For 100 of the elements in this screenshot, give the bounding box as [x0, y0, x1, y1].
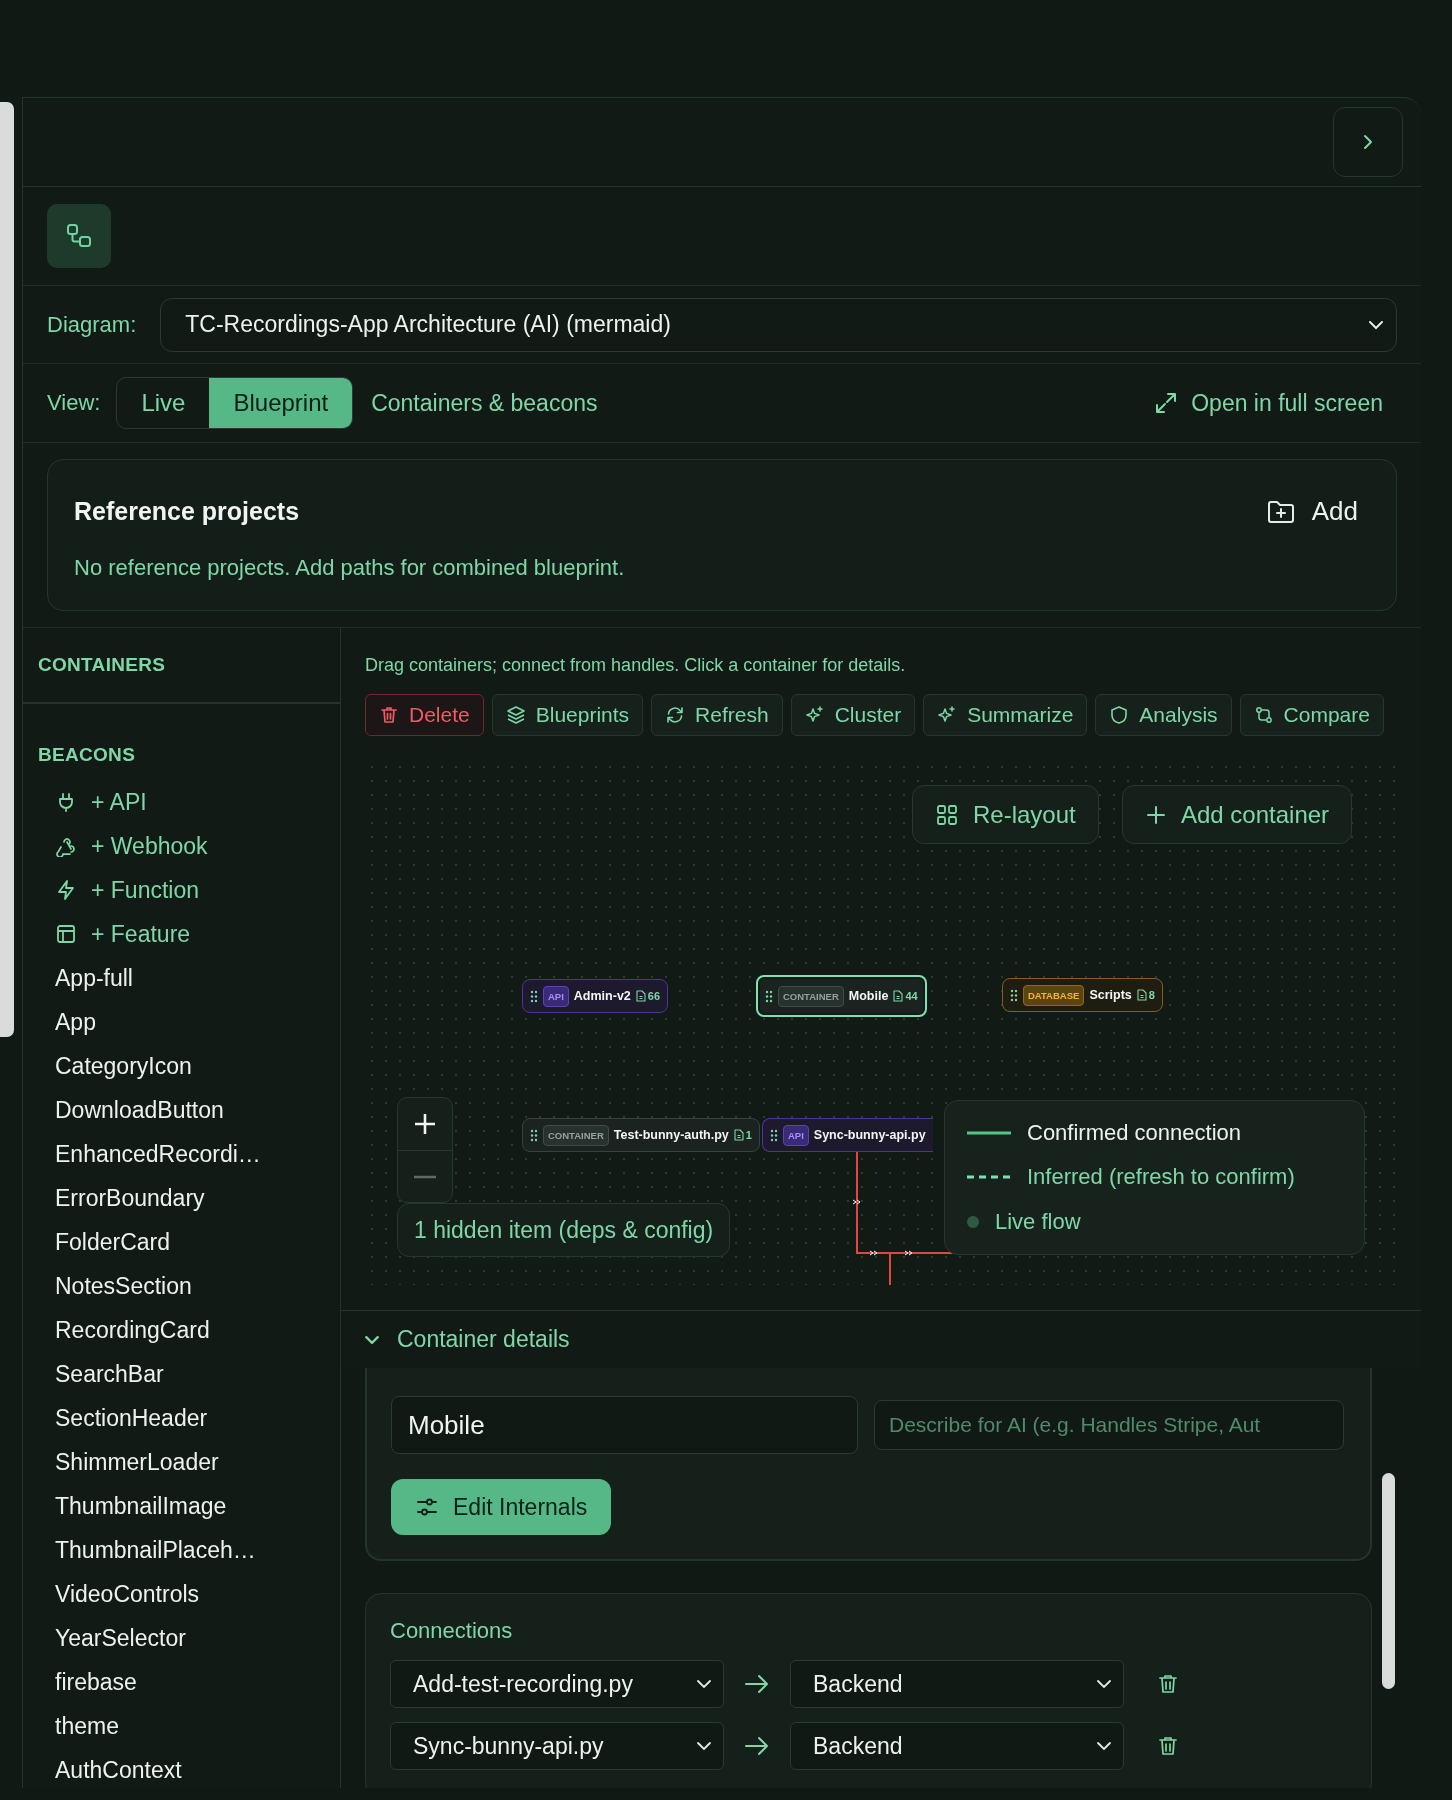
- plus-icon: [413, 1112, 437, 1136]
- sidebar-item[interactable]: ThumbnailPlaceh…: [55, 1528, 340, 1572]
- sidebar-item[interactable]: CategoryIcon: [55, 1044, 340, 1088]
- section-title: Reference projects: [74, 497, 300, 526]
- diagram-label: Diagram:: [47, 311, 137, 338]
- arrow-right-icon: [744, 1673, 770, 1695]
- compare-icon: [1253, 705, 1274, 725]
- sidebar-item[interactable]: theme: [55, 1704, 340, 1748]
- name-field[interactable]: Mobile: [391, 1396, 858, 1454]
- diagram-select[interactable]: TC-Recordings-App Architecture (AI) (mermaid): [160, 297, 1397, 352]
- view-tab[interactable]: Live: [117, 378, 210, 428]
- toolbar-button[interactable]: Cluster: [790, 694, 916, 736]
- section-title: Connections: [390, 1618, 514, 1644]
- file-icon: [733, 1129, 744, 1141]
- toolbar-button[interactable]: Analysis: [1095, 694, 1232, 736]
- node-name: Admin-v2: [573, 989, 631, 1003]
- sidebar-item[interactable]: AuthContext: [55, 1748, 340, 1788]
- toolbar-button[interactable]: Refresh: [651, 694, 783, 736]
- sidebar-item[interactable]: + Function: [55, 868, 340, 912]
- view-label: View:: [47, 390, 101, 416]
- sidebar-item[interactable]: YearSelector: [55, 1616, 340, 1660]
- sidebar-item[interactable]: App-full: [55, 956, 340, 1000]
- view-tab[interactable]: Blueprint: [209, 378, 353, 428]
- edit-internals-button[interactable]: Edit Internals: [391, 1479, 612, 1535]
- target-select[interactable]: Backend: [790, 1660, 1124, 1708]
- diagram-node[interactable]: CONTAINER Test-bunny-auth.py 1: [522, 1118, 760, 1152]
- diagram-tile[interactable]: [47, 204, 111, 268]
- diagram-node[interactable]: API Sync-bunny-api.py: [761, 1118, 933, 1152]
- source-select[interactable]: Add-test-recording.py: [390, 1660, 724, 1708]
- file-icon: [893, 990, 904, 1002]
- scrollbar-thumb[interactable]: [1382, 1473, 1395, 1689]
- scrollbar-thumb[interactable]: [0, 102, 14, 1037]
- drag-handle-icon: [765, 989, 773, 1003]
- toolbar-button[interactable]: Compare: [1239, 694, 1384, 736]
- lightning-icon: [55, 879, 77, 901]
- grid-icon: [935, 802, 959, 827]
- nodes-icon: [65, 222, 93, 250]
- sidebar-item[interactable]: + Webhook: [55, 824, 340, 868]
- containers-beacons-link[interactable]: Containers & beacons: [371, 389, 598, 417]
- file-count: 8: [1148, 989, 1155, 1001]
- layout-icon: [55, 923, 77, 945]
- diagram-node[interactable]: CONTAINER Mobile 44: [756, 975, 927, 1017]
- sidebar-item[interactable]: RecordingCard: [55, 1308, 340, 1352]
- drag-handle-icon: [530, 1128, 538, 1142]
- toolbar-button[interactable]: Delete: [365, 694, 484, 736]
- file-count: 44: [905, 990, 918, 1002]
- file-count: 66: [647, 990, 661, 1002]
- sidebar-item[interactable]: + API: [55, 780, 340, 824]
- canvas-hint: Drag containers; connect from handles. Click a container for details.: [365, 655, 907, 676]
- type-badge: CONTAINER: [543, 1124, 609, 1146]
- target-select[interactable]: Backend: [790, 1722, 1124, 1770]
- hidden-items-badge[interactable]: 1 hidden item (deps & config): [397, 1203, 731, 1257]
- type-badge: API: [543, 985, 569, 1007]
- toolbar-button[interactable]: Blueprints: [491, 694, 644, 736]
- solid-line-icon: [967, 1130, 1011, 1137]
- sidebar-item[interactable]: EnhancedRecordi…: [55, 1132, 340, 1176]
- sidebar-item[interactable]: FolderCard: [55, 1220, 340, 1264]
- legend-label: Confirmed connection: [1027, 1120, 1241, 1147]
- relayout-button[interactable]: Re-layout: [912, 785, 1099, 844]
- sparkle-icon: [804, 705, 825, 725]
- node-name: Scripts: [1089, 988, 1132, 1002]
- section-heading: CONTAINERS: [38, 654, 166, 676]
- drag-handle-icon: [769, 1128, 778, 1142]
- trash-icon: [1158, 1735, 1178, 1757]
- drag-handle-icon: [1010, 988, 1018, 1002]
- layers-icon: [505, 705, 526, 725]
- description-field[interactable]: Describe for AI (e.g. Handles Stripe, Aut: [874, 1400, 1344, 1450]
- sidebar-item[interactable]: App: [55, 1000, 340, 1044]
- add-container-button[interactable]: Add container: [1122, 785, 1353, 844]
- diagram-node[interactable]: DATABASE Scripts 8: [1002, 978, 1163, 1012]
- sidebar-item[interactable]: ErrorBoundary: [55, 1176, 340, 1220]
- toolbar-button[interactable]: Summarize: [923, 694, 1088, 736]
- file-icon: [635, 990, 646, 1002]
- sidebar-item[interactable]: DownloadButton: [55, 1088, 340, 1132]
- node-name: Sync-bunny-api.py: [813, 1128, 926, 1142]
- fullscreen-link[interactable]: Open in full screen: [1153, 389, 1397, 417]
- section-heading: BEACONS: [38, 744, 136, 766]
- sidebar-item[interactable]: ShimmerLoader: [55, 1440, 340, 1484]
- legend-label: Live flow: [995, 1208, 1081, 1235]
- sidebar-item[interactable]: VideoControls: [55, 1572, 340, 1616]
- empty-message: No reference projects. Add paths for combined blueprint.: [74, 555, 626, 581]
- trash-icon: [1158, 1673, 1178, 1695]
- sidebar-item[interactable]: ThumbnailImage: [55, 1484, 340, 1528]
- source-select[interactable]: Sync-bunny-api.py: [390, 1722, 724, 1770]
- node-name: Test-bunny-auth.py: [613, 1128, 729, 1142]
- sidebar-item[interactable]: SearchBar: [55, 1352, 340, 1396]
- file-count: 1: [745, 1129, 752, 1141]
- minus-icon: [413, 1173, 437, 1180]
- sidebar-item[interactable]: SectionHeader: [55, 1396, 340, 1440]
- drag-handle-icon: [530, 989, 538, 1003]
- type-badge: CONTAINER: [778, 985, 844, 1007]
- add-button[interactable]: Add: [1265, 496, 1370, 527]
- sidebar-item[interactable]: firebase: [55, 1660, 340, 1704]
- dashed-line-icon: [967, 1174, 1011, 1181]
- type-badge: DATABASE: [1023, 984, 1085, 1006]
- refresh-icon: [665, 705, 686, 725]
- file-icon: [1136, 989, 1147, 1001]
- diagram-node[interactable]: API Admin-v2 66: [522, 979, 669, 1013]
- sidebar-item[interactable]: NotesSection: [55, 1264, 340, 1308]
- sidebar-item[interactable]: + Feature: [55, 912, 340, 956]
